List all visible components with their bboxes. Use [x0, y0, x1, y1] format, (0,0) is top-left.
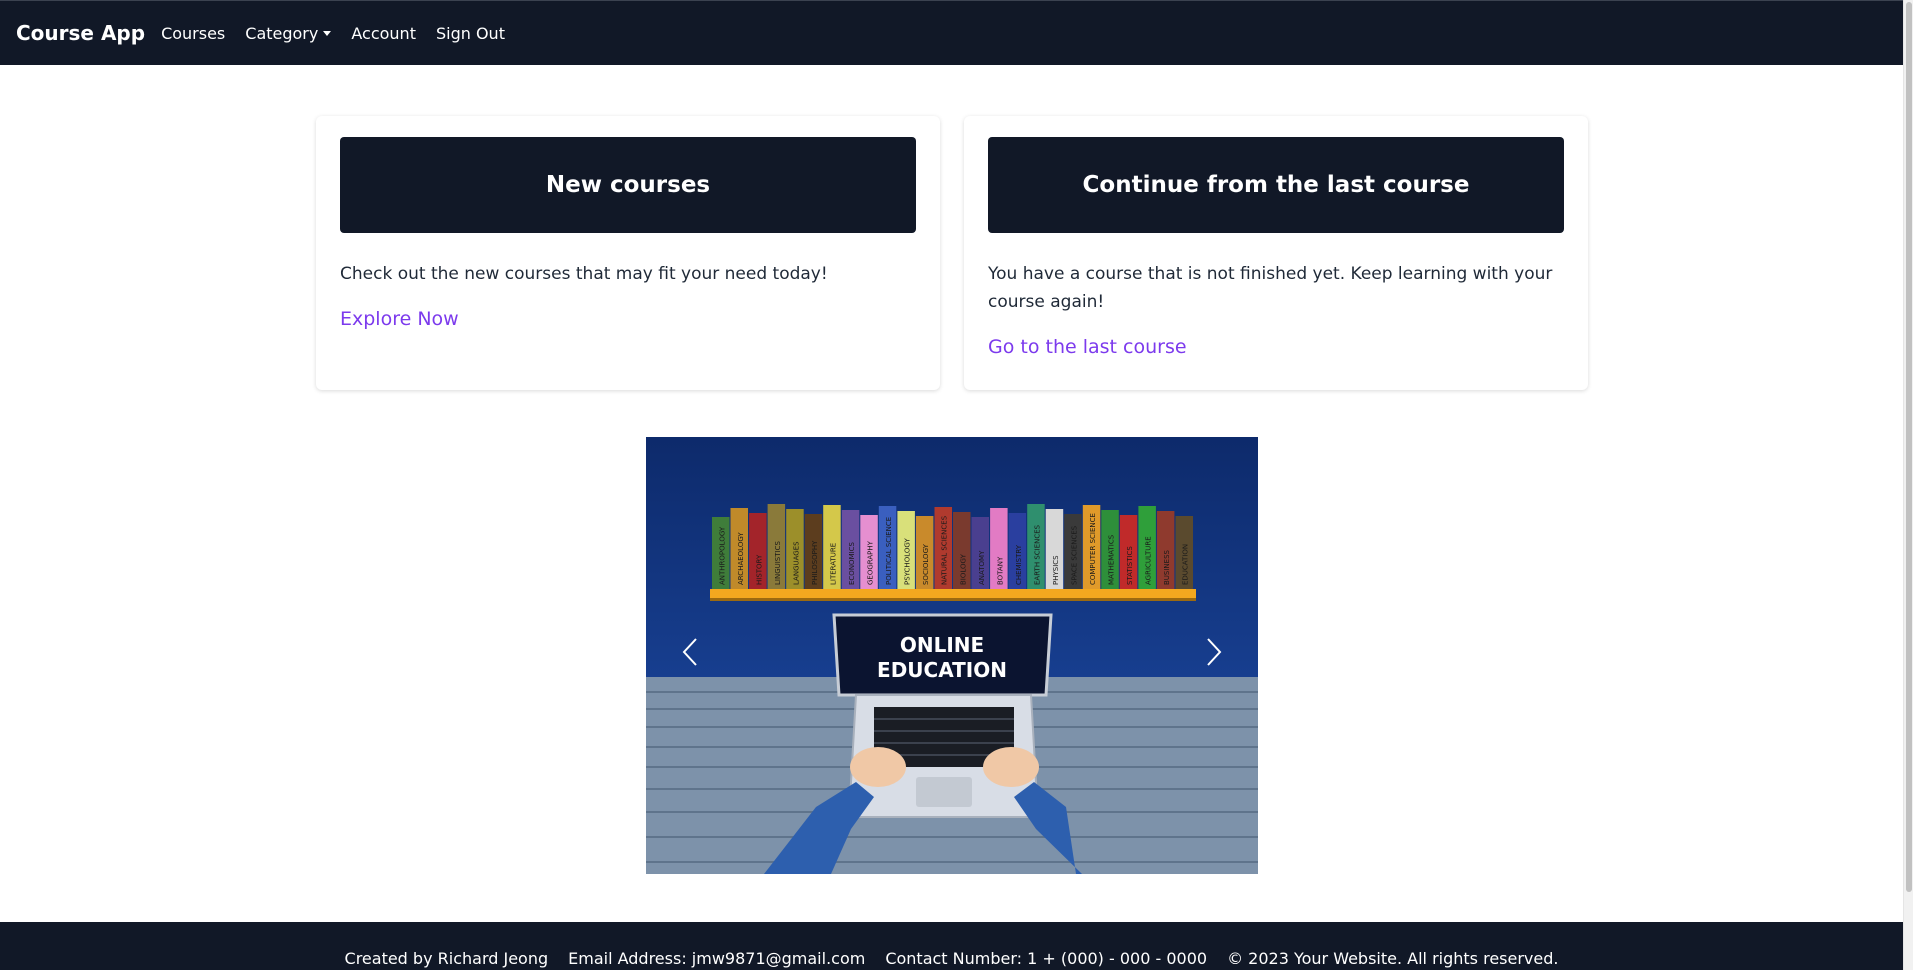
book-spine-title: EDUCATION — [1182, 544, 1190, 585]
top-navbar: Course App Courses Category Account Sign… — [0, 0, 1913, 65]
book-spine-title: POLITICAL SCIENCE — [885, 517, 893, 585]
carousel-prev-button[interactable] — [670, 627, 710, 677]
online-education-image: ANTHROPOLOGY ARCHAEOLOGY HISTORY LINGUISTIC… — [646, 437, 1258, 874]
carousel-next-button[interactable] — [1194, 627, 1234, 677]
image-text-education: EDUCATION — [877, 658, 1007, 682]
book-spine-title: CHEMISTRY — [1015, 544, 1023, 585]
book-spine-title: ANATOMY — [978, 550, 986, 585]
footer-email: Email Address: jmw9871@gmail.com — [568, 949, 866, 968]
book-spine-title: PHILOSOPHY — [811, 540, 819, 585]
caret-down-icon — [323, 30, 332, 36]
nav-sign-out-link[interactable]: Sign Out — [436, 24, 505, 43]
image-text-online: ONLINE — [900, 633, 984, 657]
book-spine-title: EARTH SCIENCES — [1033, 524, 1041, 585]
new-courses-card: New courses Check out the new courses th… — [316, 116, 940, 390]
book-spine-title: COMPUTER SCIENCE — [1089, 513, 1097, 585]
explore-now-link[interactable]: Explore Now — [340, 308, 459, 330]
image-carousel: ANTHROPOLOGY ARCHAEOLOGY HISTORY LINGUISTIC… — [646, 437, 1258, 874]
book-spine-title: PSYCHOLOGY — [904, 538, 912, 585]
book-spine-title: AGRICULTURE — [1145, 536, 1153, 585]
book-spine-title: GEOGRAPHY — [867, 540, 875, 585]
last-course-card: Continue from the last course You have a… — [964, 116, 1588, 390]
book-spine-title: BUSINESS — [1163, 549, 1171, 585]
book-spine-title: LANGUAGES — [792, 541, 800, 585]
nav-account-link[interactable]: Account — [351, 24, 416, 43]
book-spine-title: ANTHROPOLOGY — [718, 526, 726, 585]
nav-category-label: Category — [245, 23, 319, 43]
footer-created-by: Created by Richard Jeong — [344, 949, 549, 968]
book-spine-title: BIOLOGY — [959, 553, 967, 585]
book-spine-title: LINGUISTICS — [774, 541, 782, 585]
nav-category-dropdown[interactable]: Category — [245, 23, 332, 43]
book-spine-title: HISTORY — [755, 554, 763, 585]
book-spine-title: SOCIOLOGY — [922, 543, 930, 585]
brand-logo[interactable]: Course App — [16, 21, 145, 45]
book-spine-title: MATHEMATICS — [1108, 534, 1116, 585]
chevron-right-icon — [1207, 638, 1222, 666]
book-spine-title: ARCHAEOLOGY — [737, 532, 745, 585]
book-spine-title: PHYSICS — [1052, 555, 1060, 585]
new-courses-card-text: Check out the new courses that may fit y… — [340, 264, 828, 284]
go-to-last-course-link[interactable]: Go to the last course — [988, 336, 1187, 358]
last-course-card-header: Continue from the last course — [988, 137, 1564, 233]
last-course-card-text: You have a course that is not finished y… — [988, 264, 1553, 312]
page-scrollbar-thumb[interactable] — [1906, 2, 1912, 892]
book-spine-title: NATURAL SCIENCES — [941, 515, 949, 585]
book-spine-title: LITERATURE — [830, 543, 838, 585]
book-spine-title: ECONOMICS — [848, 541, 856, 585]
footer-copyright: © 2023 Your Website. All rights reserved… — [1227, 949, 1559, 968]
book-spine-title: BOTANY — [996, 556, 1004, 585]
nav-courses-link[interactable]: Courses — [161, 24, 225, 43]
chevron-left-icon — [682, 638, 697, 666]
book-spine-title: SPACE SCIENCES — [1071, 525, 1079, 585]
page-scrollbar[interactable] — [1903, 0, 1913, 970]
footer-contact: Contact Number: 1 + (000) - 000 - 0000 — [885, 949, 1208, 968]
new-courses-card-header: New courses — [340, 137, 916, 233]
book-spine-title: STATISTICS — [1126, 546, 1134, 585]
site-footer: Created by Richard Jeong Email Address: … — [0, 922, 1903, 970]
